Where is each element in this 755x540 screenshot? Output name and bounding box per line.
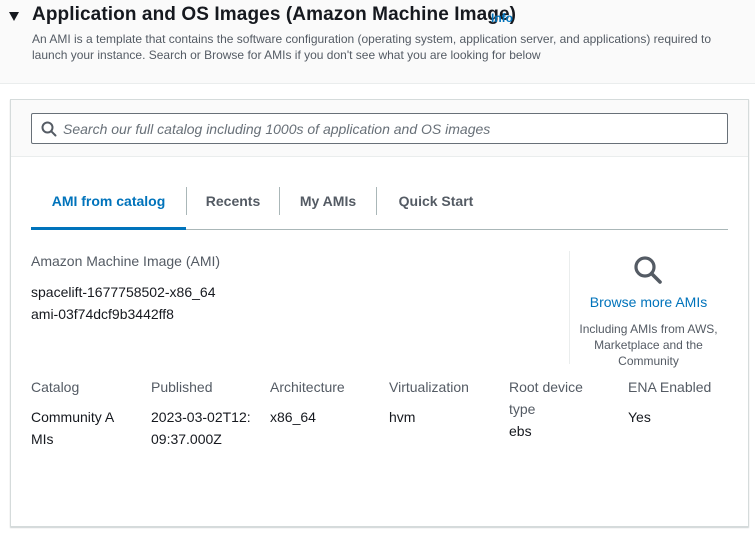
search-icon <box>41 121 57 137</box>
ami-panel: AMI from catalog Recents My AMIs Quick S… <box>10 99 749 527</box>
info-link[interactable]: Info <box>491 11 513 25</box>
section-description: An AMI is a template that contains the s… <box>32 32 712 62</box>
search-band <box>11 100 748 157</box>
collapse-caret-icon[interactable] <box>9 12 19 21</box>
tab-recents[interactable]: Recents <box>187 186 279 230</box>
detail-value: ebs <box>509 423 532 439</box>
section-header: Application and OS Images (Amazon Machin… <box>0 0 755 84</box>
search-input[interactable] <box>63 114 718 143</box>
detail-label: Catalog <box>31 379 80 395</box>
section-title: Application and OS Images (Amazon Machin… <box>32 4 517 25</box>
tab-quick-start[interactable]: Quick Start <box>377 186 495 230</box>
detail-label: Architecture <box>270 379 345 395</box>
browse-more-amis-link[interactable]: Browse more AMIs <box>571 294 726 310</box>
search-box[interactable] <box>31 113 728 144</box>
search-icon[interactable] <box>633 255 663 285</box>
detail-catalog: Catalog Community AMIs <box>31 376 143 450</box>
ami-name: spacelift-1677758502-x86_64 <box>31 284 216 300</box>
detail-label: Published <box>151 379 213 395</box>
tab-bar: AMI from catalog Recents My AMIs Quick S… <box>31 186 728 230</box>
detail-value: x86_64 <box>270 409 316 425</box>
browse-description: Including AMIs from AWS, Marketplace and… <box>579 322 718 368</box>
detail-architecture: Architecture x86_64 <box>270 376 382 428</box>
detail-virtualization: Virtualization hvm <box>389 376 501 428</box>
detail-value: Community AMIs <box>31 409 115 447</box>
detail-published: Published 2023-03-02T12:09:37.000Z <box>151 376 263 450</box>
detail-ena-enabled: ENA Enabled Yes <box>628 376 740 428</box>
detail-value: 2023-03-02T12:09:37.000Z <box>151 409 251 447</box>
ami-id: ami-03f74dcf9b3442ff8 <box>31 306 174 322</box>
tab-ami-from-catalog[interactable]: AMI from catalog <box>31 186 186 230</box>
detail-value: hvm <box>389 409 416 425</box>
detail-label: Virtualization <box>389 379 469 395</box>
detail-label: ENA Enabled <box>628 379 712 395</box>
vertical-divider <box>569 251 570 364</box>
detail-root-device-type: Root device type ebs <box>509 376 609 442</box>
detail-value: Yes <box>628 409 651 425</box>
detail-label: Root device type <box>509 379 583 417</box>
ami-section-label: Amazon Machine Image (AMI) <box>31 253 221 269</box>
tab-my-amis[interactable]: My AMIs <box>280 186 376 230</box>
